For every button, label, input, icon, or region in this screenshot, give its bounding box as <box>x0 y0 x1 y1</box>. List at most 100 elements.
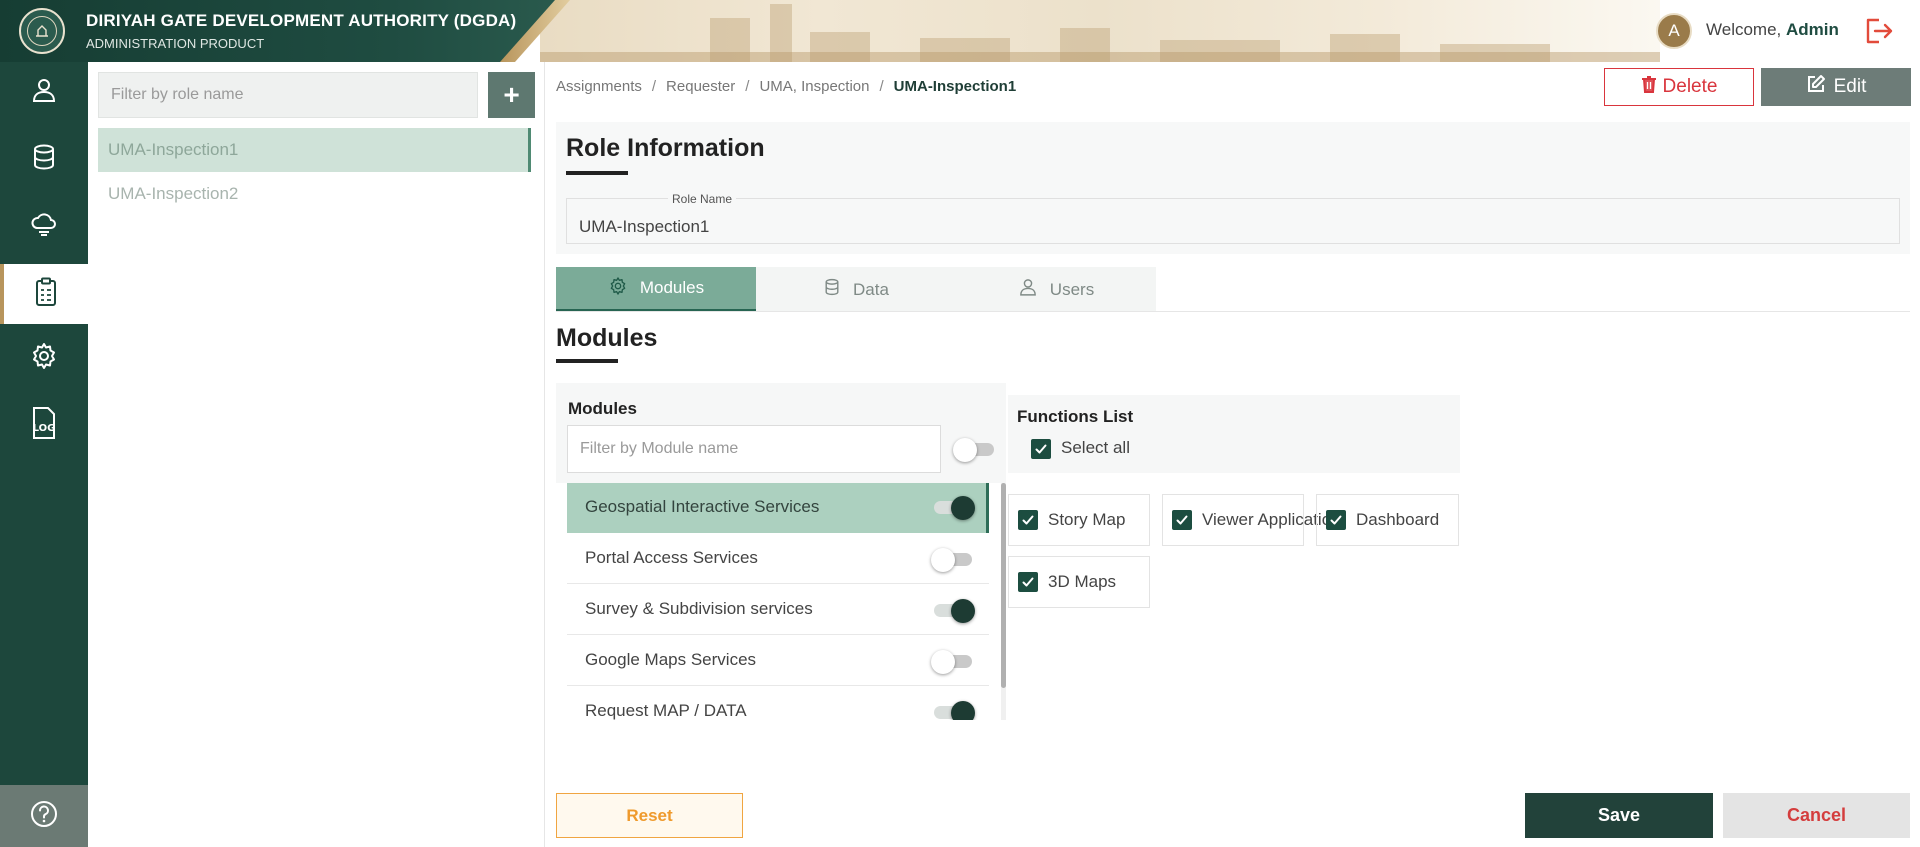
tab-data[interactable]: Data <box>756 267 956 312</box>
add-role-button[interactable]: + <box>488 72 535 118</box>
module-toggle[interactable] <box>931 700 975 720</box>
tab-modules[interactable]: Modules <box>556 267 756 312</box>
help-circle-icon <box>29 799 59 834</box>
module-toggle[interactable] <box>931 598 975 623</box>
user-name: Admin <box>1786 20 1839 39</box>
welcome-text: Welcome, Admin <box>1706 20 1839 40</box>
select-all-label: Select all <box>1061 438 1130 457</box>
module-row[interactable]: Portal Access Services <box>567 534 989 584</box>
breadcrumb-item[interactable]: Assignments <box>556 78 642 95</box>
function-checkbox[interactable] <box>1018 510 1038 530</box>
reset-button[interactable]: Reset <box>556 793 743 838</box>
role-item[interactable]: UMA-Inspection2 <box>98 172 531 216</box>
gear-icon <box>29 341 59 376</box>
function-card[interactable]: 3D Maps <box>1008 556 1150 608</box>
cancel-button[interactable]: Cancel <box>1723 793 1910 838</box>
user-icon <box>30 76 58 109</box>
edit-button[interactable]: Edit <box>1761 68 1911 106</box>
nav-cloud[interactable] <box>0 196 88 256</box>
dgda-logo <box>19 8 65 54</box>
title-underline <box>566 171 628 175</box>
help-button[interactable] <box>0 785 88 847</box>
tab-label: Users <box>1049 279 1095 299</box>
module-label: Portal Access Services <box>585 548 758 567</box>
modules-panel-title: Modules <box>568 399 637 418</box>
functions-panel: Functions List <box>1008 395 1460 473</box>
database-icon <box>823 277 841 302</box>
cloud-icon <box>29 210 59 243</box>
module-list: Geospatial Interactive Services Portal A… <box>556 483 1006 720</box>
gear-icon <box>608 276 628 301</box>
breadcrumb-item[interactable]: UMA, Inspection <box>759 78 869 95</box>
trash-icon <box>1641 75 1657 99</box>
side-navigation: LOG <box>0 62 88 847</box>
module-list-scrollbar[interactable] <box>1001 483 1006 688</box>
module-label: Google Maps Services <box>585 650 757 669</box>
module-toggle[interactable] <box>931 649 975 674</box>
module-row[interactable]: Request MAP / DATA <box>567 687 989 720</box>
org-title: DIRIYAH GATE DEVELOPMENT AUTHORITY (DGDA… <box>86 11 517 30</box>
check-icon <box>1022 515 1034 525</box>
log-file-icon: LOG <box>28 406 60 445</box>
role-name-field[interactable]: UMA-Inspection1 <box>566 198 1900 244</box>
function-label: 3D Maps <box>1048 572 1117 591</box>
breadcrumb-separator: / <box>651 78 657 95</box>
role-list-panel: + UMA-Inspection1 UMA-Inspection2 <box>88 62 545 847</box>
delete-button[interactable]: Delete <box>1604 68 1754 106</box>
module-toggle[interactable] <box>931 495 975 520</box>
function-checkbox[interactable] <box>1326 510 1346 530</box>
check-icon <box>1035 444 1047 454</box>
module-row[interactable]: Google Maps Services <box>567 636 989 686</box>
header-brand-band <box>0 0 560 62</box>
function-card[interactable]: Viewer Application <box>1162 494 1341 546</box>
select-all-checkbox[interactable] <box>1031 439 1051 459</box>
avatar[interactable]: A <box>1656 13 1692 49</box>
modules-master-toggle[interactable] <box>953 437 997 462</box>
user-icon <box>1018 277 1038 302</box>
svg-text:LOG: LOG <box>33 423 56 434</box>
function-label: Dashboard <box>1356 510 1440 529</box>
module-label: Survey & Subdivision services <box>585 599 813 618</box>
check-icon <box>1330 515 1342 525</box>
tab-users[interactable]: Users <box>956 267 1156 312</box>
role-item[interactable]: UMA-Inspection1 <box>98 128 531 172</box>
nav-logs[interactable]: LOG <box>0 395 88 455</box>
function-checkbox[interactable] <box>1018 572 1038 592</box>
nav-database[interactable] <box>0 129 88 189</box>
module-label: Request MAP / DATA <box>585 701 747 720</box>
function-checkbox[interactable] <box>1172 510 1192 530</box>
nav-assignments[interactable] <box>0 264 88 324</box>
nav-settings[interactable] <box>0 328 88 388</box>
role-name-label: Role Name <box>668 192 737 206</box>
modules-section-title: Modules <box>556 324 658 352</box>
breadcrumb-separator: / <box>745 78 750 95</box>
clipboard-icon <box>33 277 59 312</box>
breadcrumb: Assignments / Requester / UMA, Inspectio… <box>556 78 1016 95</box>
breadcrumb-item[interactable]: Requester <box>666 78 735 95</box>
nav-users[interactable] <box>0 62 88 122</box>
delete-label: Delete <box>1662 76 1718 97</box>
check-icon <box>1176 515 1188 525</box>
check-icon <box>1022 577 1034 587</box>
function-card[interactable]: Story Map <box>1008 494 1150 546</box>
database-icon <box>30 143 58 176</box>
breadcrumb-current: UMA-Inspection1 <box>893 78 1017 95</box>
role-information-card: Role Information UMA-Inspection1 <box>556 122 1910 254</box>
role-tabs: Modules Data Users <box>556 267 1156 312</box>
role-name-value: UMA-Inspection1 <box>579 217 710 236</box>
welcome-prefix: Welcome, <box>1706 20 1782 39</box>
module-filter-input[interactable] <box>567 425 941 473</box>
tab-label: Data <box>853 279 889 299</box>
org-subtitle: ADMINISTRATION PRODUCT <box>86 36 265 51</box>
title-underline <box>556 359 618 363</box>
function-label: Story Map <box>1048 510 1126 529</box>
tabs-divider <box>556 311 1910 312</box>
edit-label: Edit <box>1833 76 1867 97</box>
role-filter-input[interactable] <box>98 72 478 118</box>
save-button[interactable]: Save <box>1525 793 1713 838</box>
module-toggle[interactable] <box>931 547 975 572</box>
module-row[interactable]: Geospatial Interactive Services <box>567 483 989 533</box>
logout-icon[interactable] <box>1862 16 1894 46</box>
module-row[interactable]: Survey & Subdivision services <box>567 585 989 635</box>
function-card[interactable]: Dashboard <box>1316 494 1459 546</box>
